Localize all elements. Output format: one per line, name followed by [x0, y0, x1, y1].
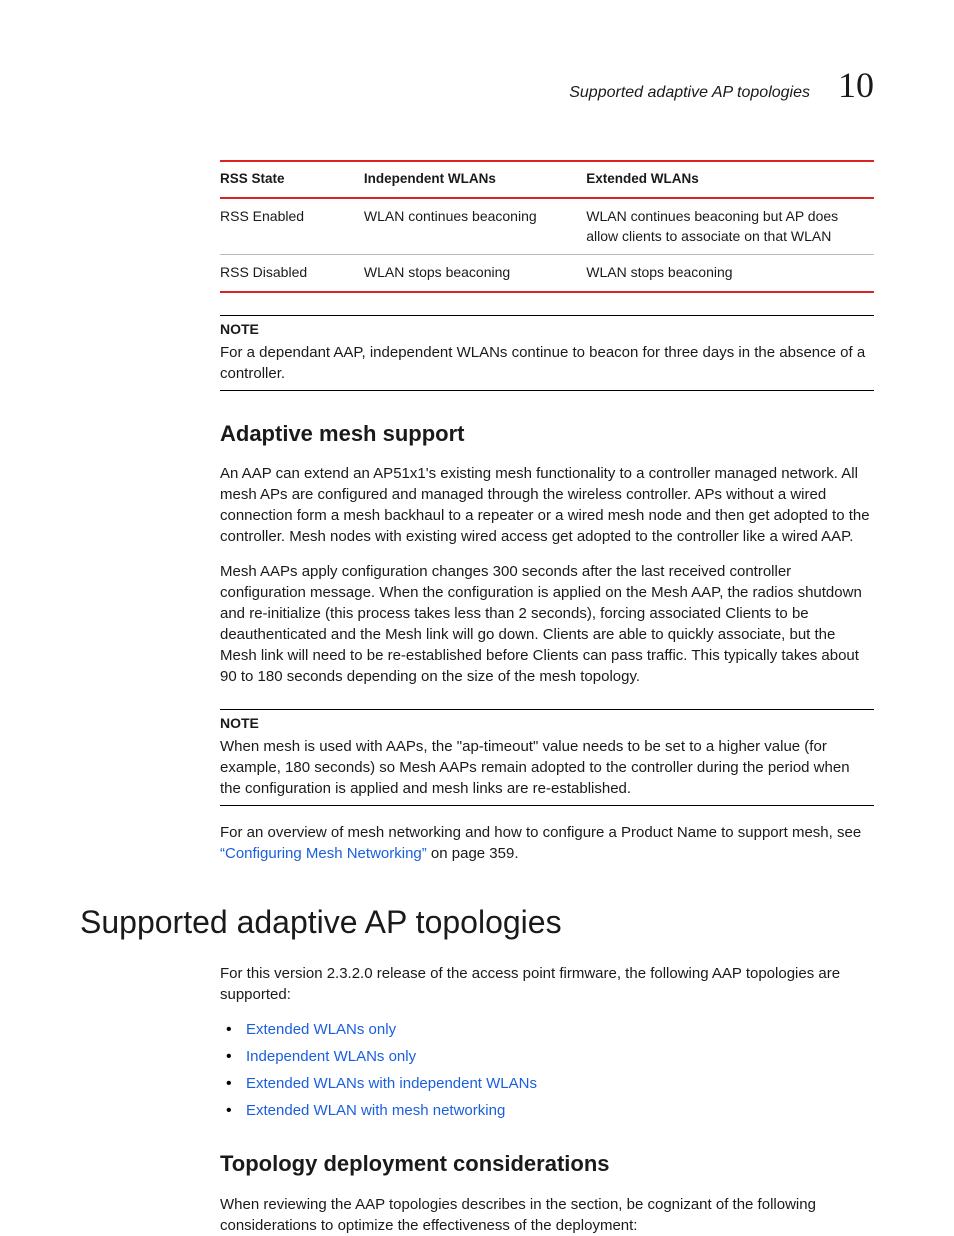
table-header-col0: RSS State [220, 161, 364, 198]
paragraph-crossref: For an overview of mesh networking and h… [220, 822, 874, 864]
table-cell: WLAN stops beaconing [586, 255, 874, 292]
list-item: Independent WLANs only [220, 1046, 874, 1067]
rss-state-table: RSS State Independent WLANs Extended WLA… [220, 160, 874, 293]
crossref-link[interactable]: “Configuring Mesh Networking” [220, 845, 427, 862]
table-header-col2: Extended WLANs [586, 161, 874, 198]
paragraph: When reviewing the AAP topologies descri… [220, 1194, 874, 1236]
note-body: For a dependant AAP, independent WLANs c… [220, 342, 874, 384]
table-cell: RSS Disabled [220, 255, 364, 292]
table-row: RSS Enabled WLAN continues beaconing WLA… [220, 198, 874, 255]
heading-supported-topologies: Supported adaptive AP topologies [80, 900, 874, 945]
heading-adaptive-mesh: Adaptive mesh support [220, 419, 874, 450]
running-header: Supported adaptive AP topologies 10 [80, 60, 874, 110]
crossref-pre: For an overview of mesh networking and h… [220, 824, 861, 841]
paragraph: An AAP can extend an AP51x1's existing m… [220, 463, 874, 547]
table-cell: WLAN stops beaconing [364, 255, 586, 292]
table-cell: WLAN continues beaconing [364, 198, 586, 255]
heading-topology-considerations: Topology deployment considerations [220, 1149, 874, 1180]
note-block-1: NOTE For a dependant AAP, independent WL… [220, 315, 874, 391]
crossref-post: on page 359. [427, 845, 519, 862]
list-item: Extended WLANs only [220, 1019, 874, 1040]
table-row: RSS Disabled WLAN stops beaconing WLAN s… [220, 255, 874, 292]
table-header-col1: Independent WLANs [364, 161, 586, 198]
bullet-link-0[interactable]: Extended WLANs only [246, 1021, 396, 1038]
note-label: NOTE [220, 714, 874, 734]
running-header-title: Supported adaptive AP topologies [569, 82, 810, 104]
bullet-link-3[interactable]: Extended WLAN with mesh networking [246, 1102, 505, 1119]
topology-list: Extended WLANs only Independent WLANs on… [220, 1019, 874, 1121]
list-item: Extended WLAN with mesh networking [220, 1100, 874, 1121]
note-label: NOTE [220, 320, 874, 340]
bullet-link-2[interactable]: Extended WLANs with independent WLANs [246, 1075, 537, 1092]
bullet-link-1[interactable]: Independent WLANs only [246, 1048, 416, 1065]
chapter-number: 10 [838, 60, 874, 110]
paragraph: Mesh AAPs apply configuration changes 30… [220, 561, 874, 687]
table-cell: WLAN continues beaconing but AP does all… [586, 198, 874, 255]
note-body: When mesh is used with AAPs, the "ap-tim… [220, 736, 874, 799]
list-item: Extended WLANs with independent WLANs [220, 1073, 874, 1094]
paragraph-intro: For this version 2.3.2.0 release of the … [220, 963, 874, 1005]
note-block-2: NOTE When mesh is used with AAPs, the "a… [220, 709, 874, 806]
table-cell: RSS Enabled [220, 198, 364, 255]
